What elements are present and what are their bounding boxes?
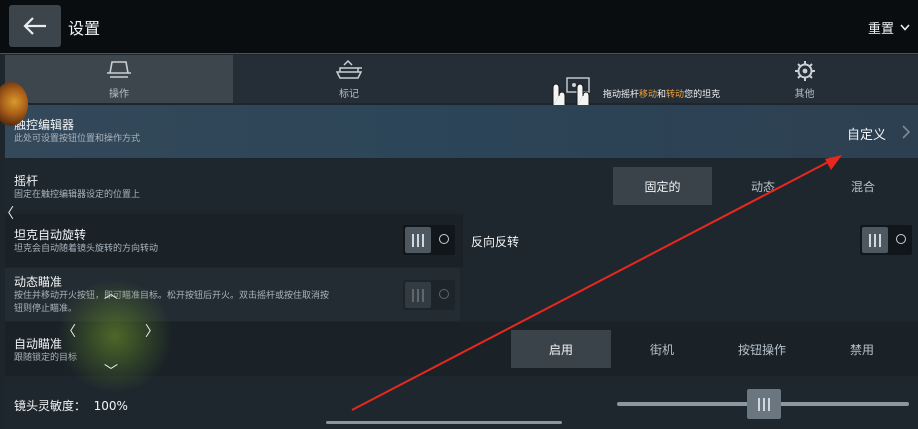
annotation-arrow [351, 155, 842, 411]
